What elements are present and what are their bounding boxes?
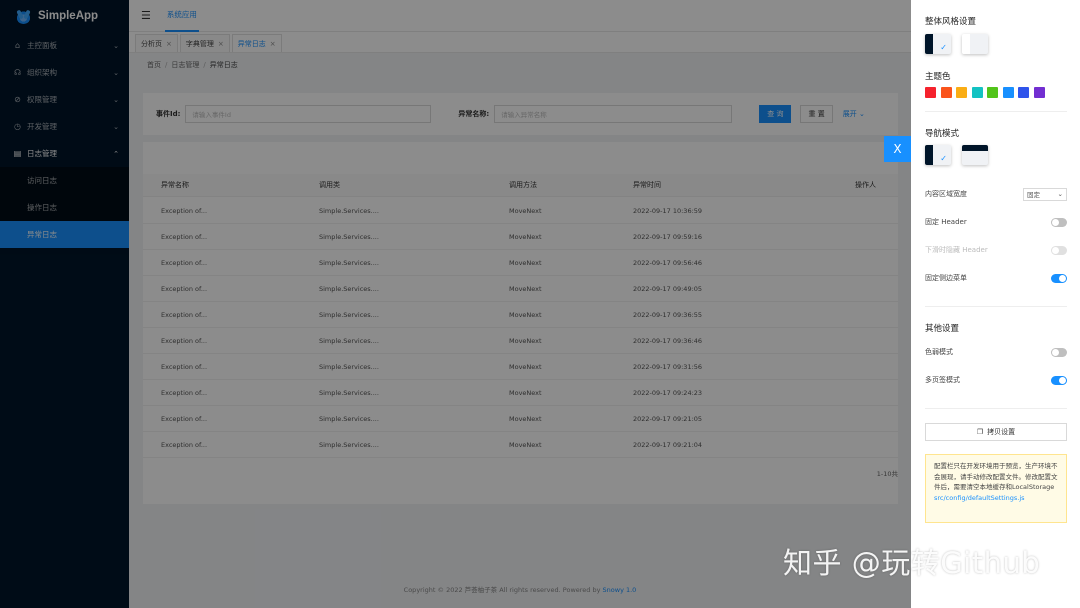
close-icon: X	[893, 142, 902, 156]
theme-color-title: 主题色	[925, 72, 951, 82]
setting-multi-tab: 多页签模式	[925, 373, 1067, 387]
setting-label: 固定侧边菜单	[925, 274, 967, 282]
fixed-sidebar-toggle[interactable]	[1051, 273, 1067, 283]
theme-color-swatch[interactable]	[940, 87, 952, 98]
modal-mask[interactable]	[0, 0, 911, 608]
setting-fixed-header: 固定 Header	[925, 215, 1067, 229]
other-settings-title: 其他设置	[925, 324, 960, 334]
copy-settings-button[interactable]: ❐ 拷贝设置	[925, 423, 1067, 441]
setting-color-weak: 色弱模式	[925, 345, 1067, 359]
check-icon: ✓	[940, 43, 947, 52]
notice-text: 配置栏只在开发环境用于预览，生产环境不会展现，请手动修改配置文件。修改配置文件后…	[934, 462, 1058, 491]
setting-hide-header: 下滑时隐藏 Header	[925, 243, 1067, 257]
setting-fixed-sidebar: 固定侧边菜单	[925, 271, 1067, 285]
divider	[925, 111, 1067, 112]
watermark: 知乎 @玩转Github	[783, 546, 1041, 580]
setting-label: 色弱模式	[925, 348, 953, 356]
setting-label: 固定 Header	[925, 218, 967, 226]
theme-color-swatch[interactable]	[956, 87, 967, 98]
style-light-option[interactable]	[962, 34, 988, 54]
hide-header-toggle	[1051, 245, 1067, 255]
nav-top-menu-option[interactable]	[962, 145, 988, 165]
settings-drawer: 整体风格设置 ✓ 主题色 导航模式 ✓ 内容区域宽度 固定 ⌄ 固定 Header…	[911, 0, 1080, 608]
check-icon: ✓	[940, 154, 947, 163]
setting-label: 下滑时隐藏 Header	[925, 246, 988, 254]
color-weak-toggle[interactable]	[1051, 347, 1067, 357]
divider	[925, 408, 1067, 409]
nav-side-menu-option[interactable]: ✓	[925, 145, 951, 165]
setting-content-width: 内容区域宽度 固定 ⌄	[925, 187, 1067, 201]
setting-label: 内容区域宽度	[925, 190, 967, 198]
style-dark-option[interactable]: ✓	[925, 34, 951, 54]
copy-icon: ❐	[976, 428, 984, 436]
theme-color-swatch[interactable]	[971, 87, 983, 98]
theme-color-swatch[interactable]	[1002, 87, 1014, 98]
notice-config-path: src/config/defaultSettings.js	[934, 493, 1025, 502]
multi-tab-toggle[interactable]	[1051, 375, 1067, 385]
theme-color-swatch[interactable]	[1018, 87, 1029, 98]
drawer-close-button[interactable]: X	[884, 136, 911, 162]
divider	[925, 306, 1067, 307]
nav-mode-title: 导航模式	[925, 129, 960, 139]
fixed-header-toggle[interactable]	[1051, 217, 1067, 227]
settings-notice: 配置栏只在开发环境用于预览，生产环境不会展现，请手动修改配置文件。修改配置文件后…	[925, 454, 1067, 523]
content-width-select[interactable]: 固定 ⌄	[1023, 187, 1067, 201]
theme-color-swatch[interactable]	[987, 87, 998, 98]
theme-color-swatch[interactable]	[925, 87, 936, 98]
chevron-down-icon: ⌄	[1057, 190, 1063, 198]
style-settings-title: 整体风格设置	[925, 17, 977, 27]
setting-label: 多页签模式	[925, 376, 960, 384]
theme-color-swatch[interactable]	[1033, 87, 1045, 98]
